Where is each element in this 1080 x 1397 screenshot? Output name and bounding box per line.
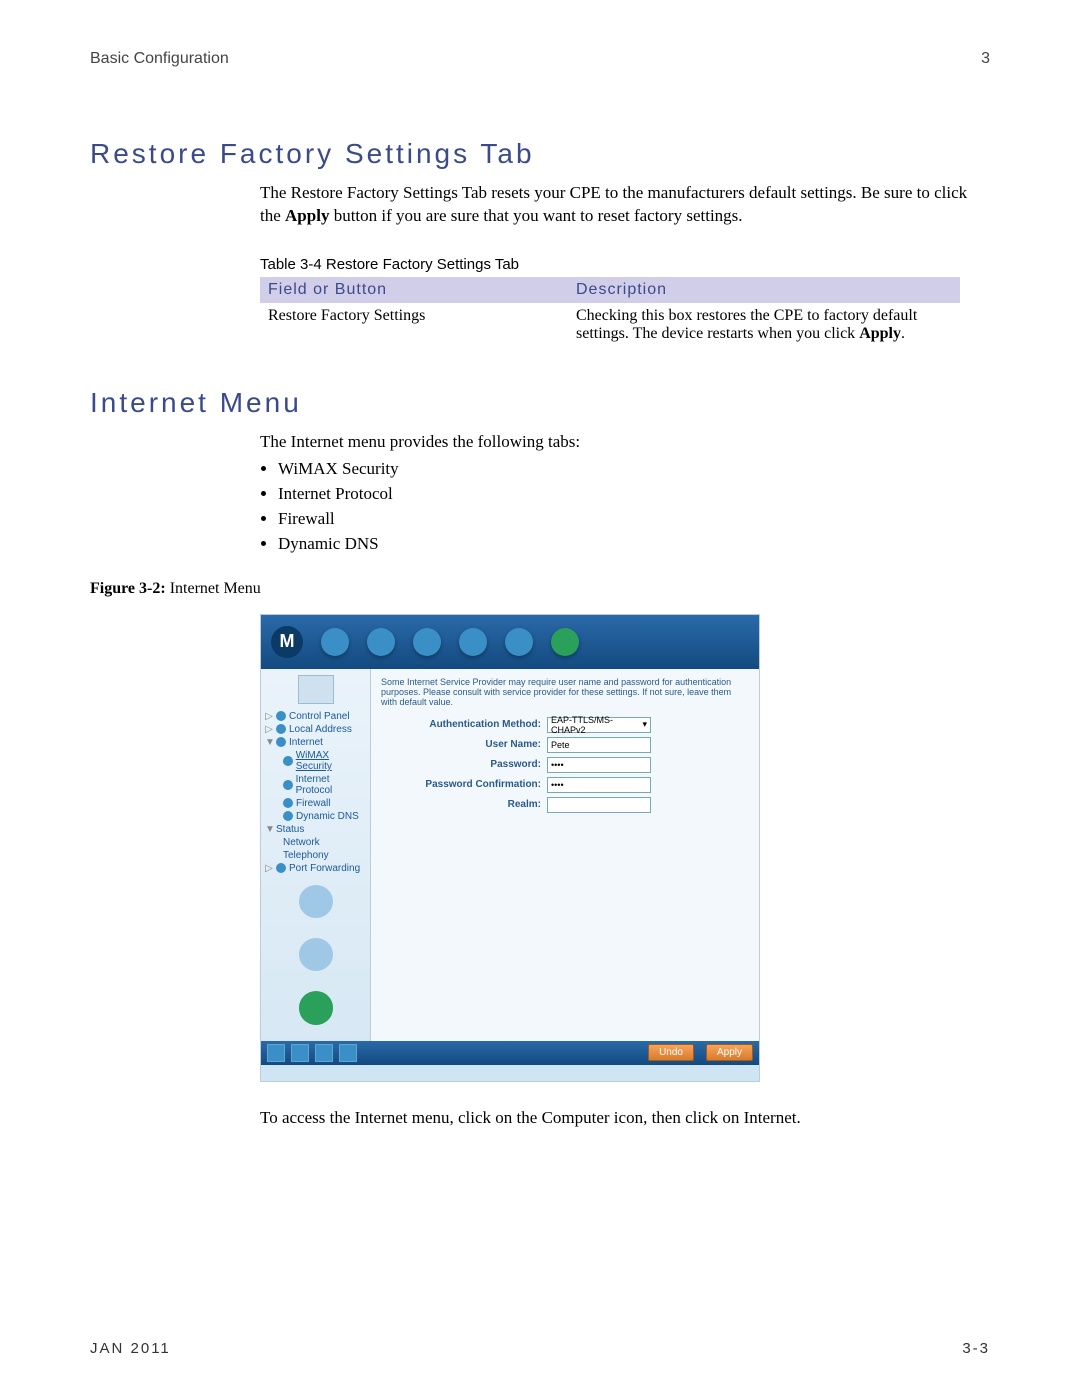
monitor-icon[interactable] <box>459 628 487 656</box>
wifi-icon[interactable] <box>551 628 579 656</box>
password-confirm-label: Password Confirmation: <box>381 779 547 790</box>
main-panel: Some Internet Service Provider may requi… <box>371 669 759 1041</box>
username-input[interactable]: Pete <box>547 737 651 753</box>
header-left: Basic Configuration <box>90 50 229 68</box>
undo-button[interactable]: Undo <box>648 1044 694 1061</box>
sidebar-item-wimax-security[interactable]: WiMAX Security <box>265 749 366 773</box>
sidebar-item-control-panel[interactable]: ▷Control Panel <box>265 710 366 723</box>
phone-icon[interactable] <box>299 885 333 918</box>
internet-menu-screenshot: M ▷Control Panel ▷Local Address ▼Interne… <box>260 614 760 1082</box>
restore-para: The Restore Factory Settings Tab resets … <box>260 182 990 228</box>
nav-icon-2[interactable] <box>339 1044 357 1062</box>
help-note: Some Internet Service Provider may requi… <box>381 677 749 707</box>
signal-icon[interactable] <box>367 628 395 656</box>
wifi-side-icon[interactable] <box>299 991 333 1024</box>
password-label: Password: <box>381 759 547 770</box>
sidebar-item-network[interactable]: Network <box>265 836 366 849</box>
cell-desc: Checking this box restores the CPE to fa… <box>568 303 960 347</box>
restore-table: Field or Button Description Restore Fact… <box>260 277 960 347</box>
list-item: Firewall <box>278 508 990 531</box>
sidebar-item-port-forwarding[interactable]: ▷Port Forwarding <box>265 862 366 875</box>
after-figure-text: To access the Internet menu, click on th… <box>260 1108 990 1128</box>
sidebar-item-local-address[interactable]: ▷Local Address <box>265 723 366 736</box>
realm-label: Realm: <box>381 799 547 810</box>
table-caption: Table 3-4 Restore Factory Settings Tab <box>260 256 990 273</box>
sidebar-item-internet-protocol[interactable]: Internet Protocol <box>265 773 366 797</box>
close-icon[interactable] <box>505 628 533 656</box>
sidebar-item-firewall[interactable]: Firewall <box>265 797 366 810</box>
bottom-bar: Undo Apply <box>261 1041 759 1065</box>
realm-input[interactable] <box>547 797 651 813</box>
footer-page: 3-3 <box>962 1340 990 1357</box>
apply-button[interactable]: Apply <box>706 1044 753 1061</box>
internet-title: Internet Menu <box>90 387 990 419</box>
tools-icon[interactable] <box>299 938 333 971</box>
internet-tabs-list: WiMAX Security Internet Protocol Firewal… <box>260 458 990 556</box>
list-item: Internet Protocol <box>278 483 990 506</box>
sidebar-item-internet[interactable]: ▼Internet <box>265 736 366 749</box>
sidebar-item-telephony[interactable]: Telephony <box>265 849 366 862</box>
sidebar: ▷Control Panel ▷Local Address ▼Internet … <box>261 669 371 1041</box>
th-field: Field or Button <box>260 277 568 303</box>
refresh-icon[interactable] <box>315 1044 333 1062</box>
header-right: 3 <box>981 50 990 68</box>
screenshot-toolbar: M <box>261 615 759 669</box>
auth-label: Authentication Method: <box>381 719 547 730</box>
list-item: WiMAX Security <box>278 458 990 481</box>
table-row: Restore Factory Settings Checking this b… <box>260 303 960 347</box>
footer-date: JAN 2011 <box>90 1340 171 1357</box>
figure-caption: Figure 3-2: Internet Menu <box>90 580 990 598</box>
username-label: User Name: <box>381 739 547 750</box>
computer-icon[interactable] <box>298 675 334 704</box>
motorola-logo-icon: M <box>271 626 303 658</box>
list-item: Dynamic DNS <box>278 533 990 556</box>
page-header: Basic Configuration 3 <box>90 50 990 68</box>
th-desc: Description <box>568 277 960 303</box>
auth-method-select[interactable]: EAP-TTLS/MS-CHAPv2 ▾ <box>547 717 651 733</box>
nav-back-icon[interactable] <box>291 1044 309 1062</box>
page-footer: JAN 2011 3-3 <box>90 1340 990 1357</box>
globe-icon[interactable] <box>321 628 349 656</box>
password-confirm-input[interactable]: •••• <box>547 777 651 793</box>
restore-title: Restore Factory Settings Tab <box>90 138 990 170</box>
password-input[interactable]: •••• <box>547 757 651 773</box>
internet-intro: The Internet menu provides the following… <box>260 431 990 556</box>
sidebar-item-dynamic-dns[interactable]: Dynamic DNS <box>265 810 366 823</box>
cell-field: Restore Factory Settings <box>260 303 568 347</box>
sidebar-item-status[interactable]: ▼Status <box>265 823 366 836</box>
antenna-icon[interactable] <box>413 628 441 656</box>
nav-icon[interactable] <box>267 1044 285 1062</box>
